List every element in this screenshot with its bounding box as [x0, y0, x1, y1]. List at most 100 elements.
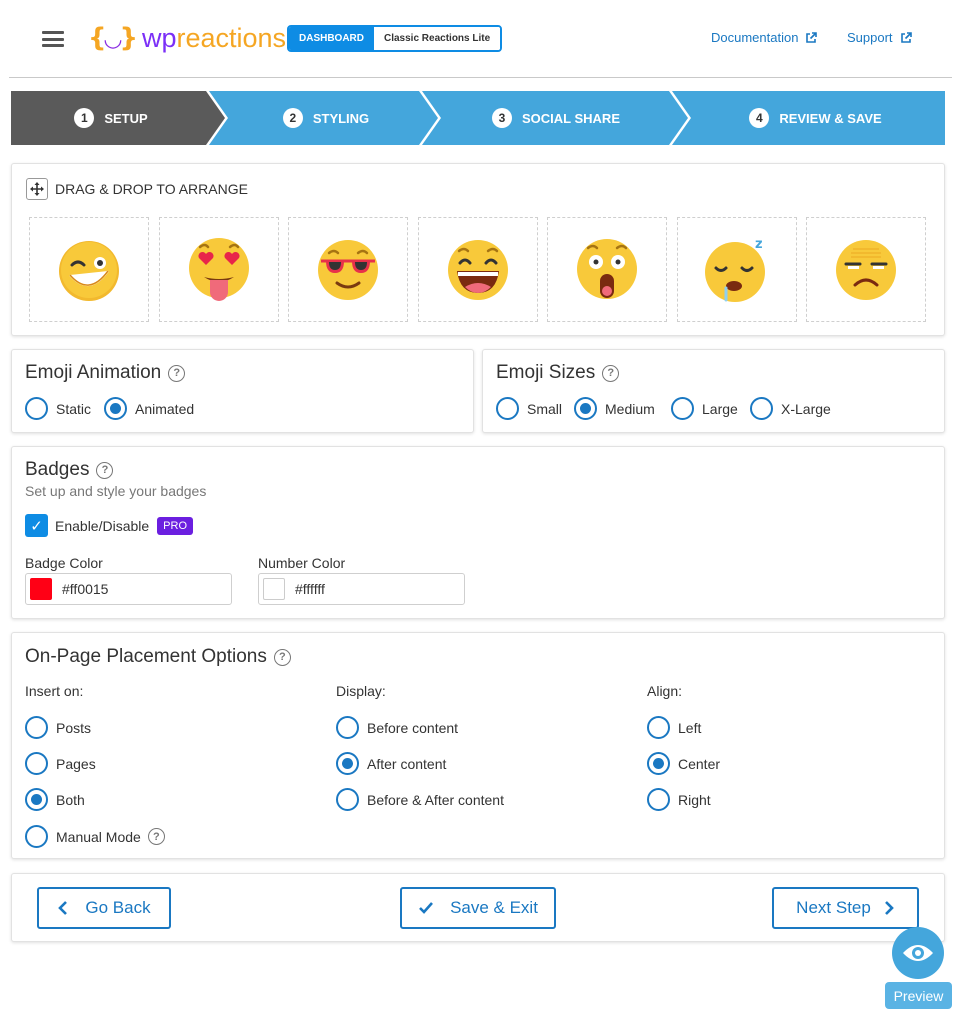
wpreactions-logo[interactable]: {◡} wpreactions — [88, 18, 286, 58]
emoji-slot-sunglasses[interactable] — [288, 217, 408, 322]
number-color-swatch[interactable] — [263, 578, 285, 600]
radio-circle — [25, 788, 48, 811]
radio-manual-mode[interactable]: Manual Mode? — [25, 825, 165, 848]
logo-text-reactions: reactions — [176, 22, 287, 53]
radio-label: Medium — [605, 400, 655, 417]
radio-circle — [574, 397, 597, 420]
radio-animated[interactable]: Animated — [104, 397, 194, 420]
step-label: STYLING — [312, 110, 370, 126]
wizard-steps: 1 SETUP 2 STYLING 3 SOCIAL SHARE 4 REVIE… — [11, 91, 945, 145]
preview-eye-button[interactable] — [892, 927, 944, 979]
support-link-label: Support — [847, 30, 893, 45]
radio-label: Right — [678, 791, 711, 808]
radio-label: Small — [527, 400, 563, 417]
next-step-button[interactable]: Next Step — [772, 887, 919, 929]
placement-title-row: On-Page Placement Options ? — [25, 646, 291, 668]
emoji-slot-heart-eyes[interactable] — [159, 217, 279, 322]
help-icon[interactable]: ? — [602, 364, 620, 382]
radio-circle — [336, 716, 359, 739]
eye-icon — [903, 945, 933, 961]
radio-circle — [336, 752, 359, 775]
step-number: 3 — [492, 108, 512, 128]
chevron-right-icon — [884, 901, 894, 915]
documentation-link[interactable]: Documentation — [711, 30, 818, 45]
pro-badge: PRO — [157, 516, 194, 535]
radio-circle — [25, 397, 48, 420]
radio-before-content[interactable]: Before content — [336, 716, 458, 739]
radio-align-center[interactable]: Center — [647, 752, 720, 775]
radio-circle — [25, 752, 48, 775]
radio-circle — [671, 397, 694, 420]
badges-subtitle: Set up and style your badges — [25, 483, 207, 499]
external-link-icon — [900, 31, 912, 43]
radio-circle — [647, 752, 670, 775]
emoji-slot-laughing[interactable] — [418, 217, 538, 322]
header-divider — [9, 77, 952, 78]
go-back-button[interactable]: Go Back — [37, 887, 171, 929]
preview-button[interactable]: Preview — [885, 982, 952, 1009]
help-icon[interactable]: ? — [168, 364, 186, 382]
emoji-animation-title: Emoji Animation — [25, 362, 162, 383]
radio-medium[interactable]: Medium — [574, 397, 655, 420]
documentation-link-label: Documentation — [711, 30, 799, 45]
radio-circle — [647, 716, 670, 739]
drag-drop-header: DRAG & DROP TO ARRANGE — [26, 178, 248, 200]
hamburger-menu-icon[interactable] — [42, 31, 64, 47]
radio-label: Manual Mode — [56, 828, 141, 845]
step-styling[interactable]: 2 STYLING — [221, 91, 431, 145]
shocked-emoji-icon — [577, 238, 637, 299]
save-exit-button[interactable]: Save & Exit — [400, 887, 556, 929]
step-social-share[interactable]: 3 SOCIAL SHARE — [436, 91, 676, 145]
tab-classic-reactions[interactable]: Classic Reactions Lite — [374, 27, 501, 50]
placement-title: On-Page Placement Options — [25, 646, 267, 667]
save-exit-label: Save & Exit — [450, 898, 538, 917]
step-review-save[interactable]: 4 REVIEW & SAVE — [686, 91, 945, 145]
radio-align-left[interactable]: Left — [647, 716, 701, 739]
emoji-slot-sleeping[interactable]: z — [677, 217, 797, 322]
enable-checkbox[interactable]: ✓ — [25, 514, 48, 537]
badge-color-input[interactable]: #ff0015 — [25, 573, 232, 605]
badge-color-value: #ff0015 — [62, 581, 109, 597]
next-step-label: Next Step — [796, 898, 871, 917]
radio-both[interactable]: Both — [25, 788, 85, 811]
tab-dashboard[interactable]: DASHBOARD — [289, 27, 374, 50]
number-color-value: #ffffff — [295, 581, 325, 597]
align-label: Align: — [647, 683, 683, 699]
emoji-slot-shocked[interactable] — [547, 217, 667, 322]
move-icon — [26, 178, 48, 200]
badge-color-swatch[interactable] — [30, 578, 52, 600]
radio-after-content[interactable]: After content — [336, 752, 446, 775]
number-color-input[interactable]: #ffffff — [258, 573, 465, 605]
unamused-emoji-icon — [836, 239, 896, 300]
heart-eyes-tongue-emoji-icon — [189, 237, 249, 301]
emoji-slot-unamused[interactable] — [806, 217, 926, 322]
insert-on-label: Insert on: — [25, 683, 84, 699]
radio-before-after-content[interactable]: Before & After content — [336, 788, 504, 811]
emoji-slot-wink-laugh[interactable] — [29, 217, 149, 322]
radio-label: Posts — [56, 719, 92, 736]
placement-card: On-Page Placement Options ? Insert on: P… — [11, 632, 945, 859]
badge-color-label: Badge Color — [25, 555, 103, 571]
step-label: SETUP — [104, 110, 148, 126]
radio-small[interactable]: Small — [496, 397, 562, 420]
radio-x-large[interactable]: X-Large — [750, 397, 831, 420]
help-icon[interactable]: ? — [96, 461, 114, 479]
radio-align-right[interactable]: Right — [647, 788, 711, 811]
radio-pages[interactable]: Pages — [25, 752, 96, 775]
support-link[interactable]: Support — [847, 30, 912, 45]
help-icon[interactable]: ? — [147, 828, 165, 845]
radio-static[interactable]: Static — [25, 397, 91, 420]
step-setup[interactable]: 1 SETUP — [11, 91, 211, 145]
radio-circle — [496, 397, 519, 420]
badges-card: Badges ? Set up and style your badges ✓ … — [11, 446, 945, 619]
radio-label: Pages — [56, 755, 96, 772]
badges-title-row: Badges ? — [25, 459, 114, 481]
help-icon[interactable]: ? — [273, 648, 291, 666]
radio-label: X-Large — [781, 400, 831, 417]
radio-posts[interactable]: Posts — [25, 716, 91, 739]
radio-circle — [25, 825, 48, 848]
checkmark-icon — [419, 902, 434, 914]
radio-large[interactable]: Large — [671, 397, 738, 420]
number-color-label: Number Color — [258, 555, 346, 571]
plugin-tab-group: DASHBOARD Classic Reactions Lite — [287, 25, 503, 52]
